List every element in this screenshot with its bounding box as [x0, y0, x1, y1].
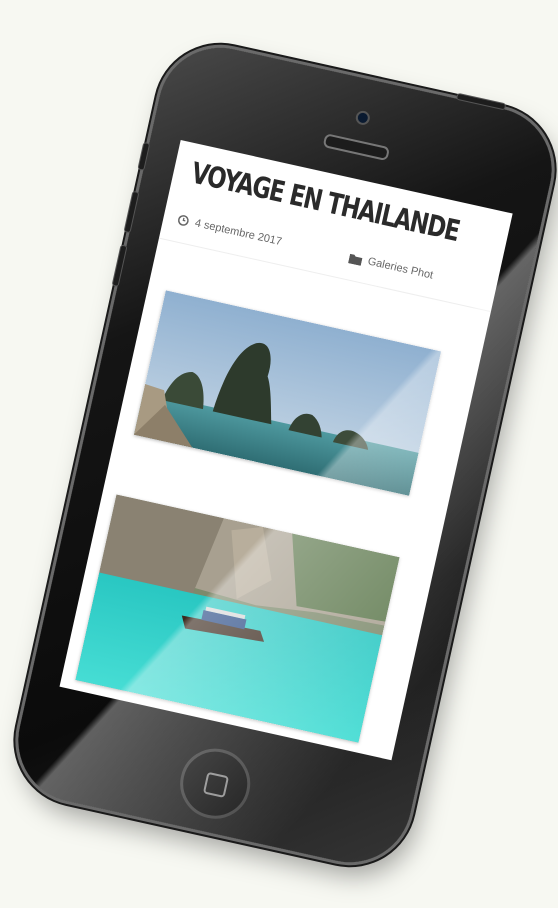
volume-up-button	[123, 190, 140, 234]
photo-turquoise-lagoon[interactable]	[75, 494, 400, 743]
volume-down-button	[111, 244, 128, 287]
folder-icon	[348, 252, 363, 266]
phone-screen: VOYAGE EN THAILANDE 4 septembre 2017 Gal…	[59, 139, 513, 761]
post-date: 4 septembre 2017	[176, 213, 283, 248]
front-camera	[354, 109, 372, 127]
post-category[interactable]: Galeries Phot	[348, 251, 435, 282]
smartphone-mockup: VOYAGE EN THAILANDE 4 septembre 2017 Gal…	[6, 35, 558, 875]
post-category-link[interactable]: Galeries Phot	[367, 255, 435, 281]
photo-karst-islands[interactable]	[133, 290, 442, 496]
post-date-text: 4 septembre 2017	[193, 217, 283, 249]
clock-icon	[176, 213, 190, 227]
home-button[interactable]	[173, 741, 257, 826]
home-square-icon	[202, 771, 230, 798]
earpiece-speaker	[322, 133, 391, 162]
mute-switch	[137, 141, 151, 171]
scene: VOYAGE EN THAILANDE 4 septembre 2017 Gal…	[0, 0, 558, 908]
power-button	[455, 92, 507, 111]
